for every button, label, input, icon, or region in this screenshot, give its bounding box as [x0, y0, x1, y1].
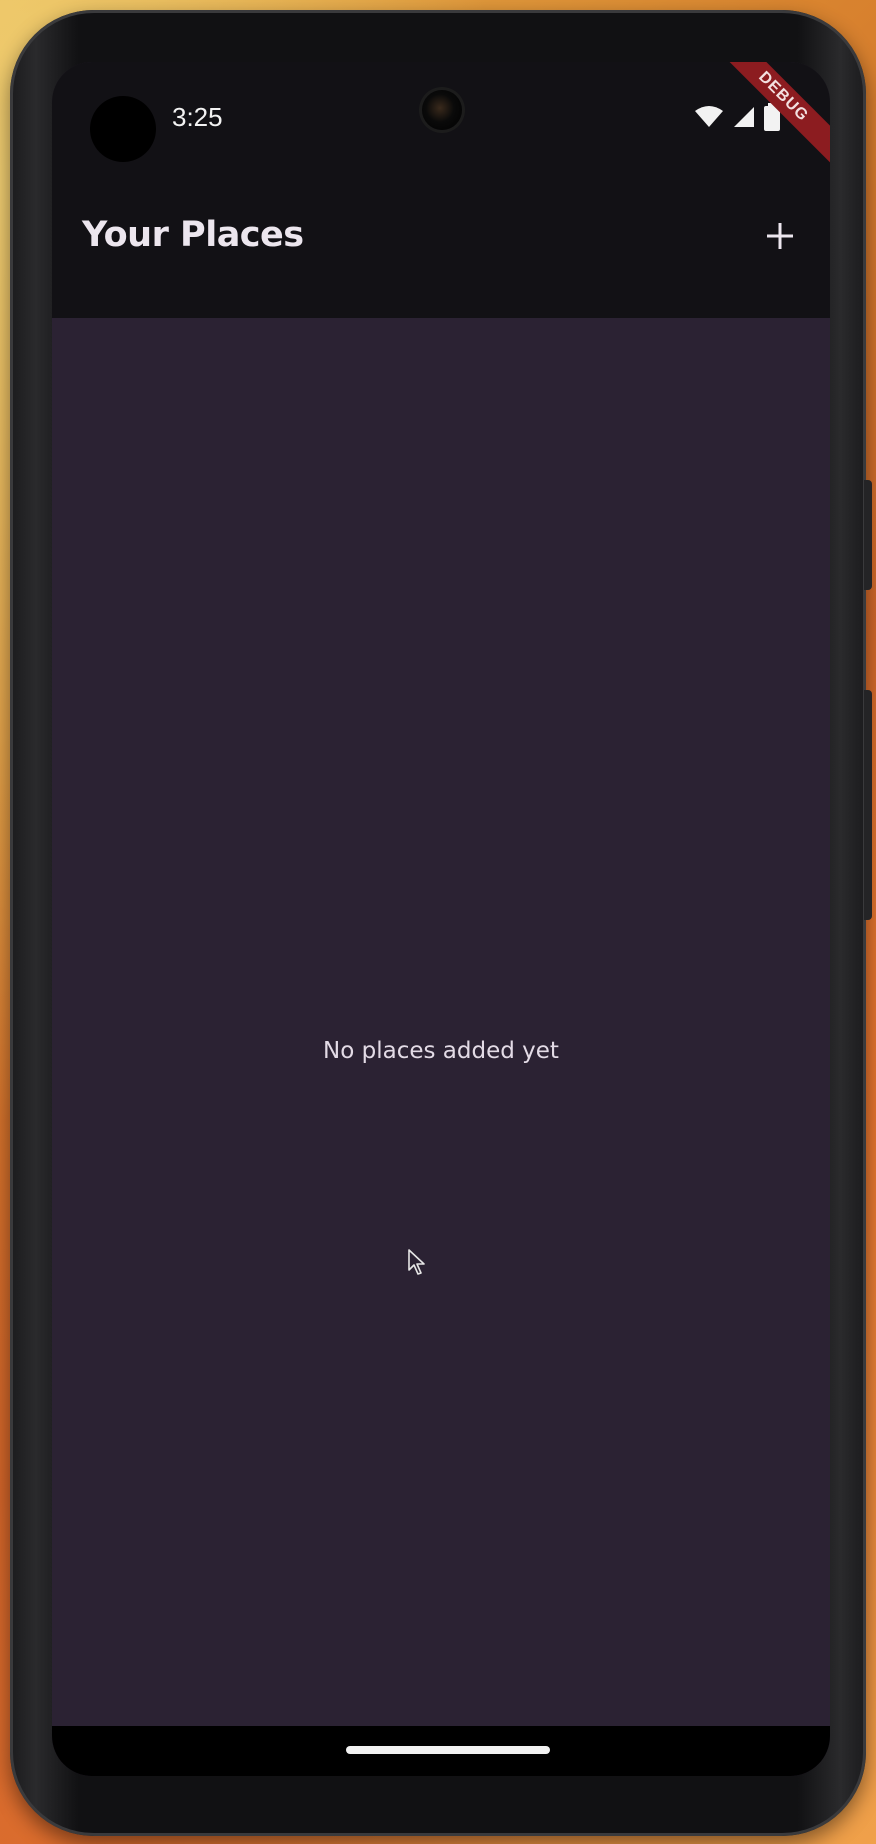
status-icons — [694, 102, 780, 132]
cell-signal-icon — [734, 107, 754, 127]
mouse-cursor-icon — [408, 1249, 425, 1275]
add-place-button[interactable] — [750, 206, 810, 266]
plus-icon — [767, 223, 793, 249]
page-title: Your Places — [82, 215, 304, 255]
home-indicator[interactable] — [346, 1746, 550, 1754]
status-bar: 3:25 DEBUG — [52, 62, 830, 170]
app-bar: Your Places — [52, 170, 830, 318]
power-button[interactable] — [864, 480, 872, 590]
navigation-bar — [52, 1726, 830, 1776]
status-bar-dot — [90, 96, 156, 162]
places-list-area: No places added yet — [52, 318, 830, 1776]
wifi-icon — [695, 106, 723, 127]
volume-button[interactable] — [864, 690, 872, 920]
front-camera-icon — [422, 90, 462, 130]
status-time: 3:25 — [172, 102, 223, 132]
phone-frame: 3:25 DEBUG Your Places No places added y… — [10, 10, 872, 1836]
empty-state-message: No places added yet — [323, 1038, 559, 1064]
phone-screen: 3:25 DEBUG Your Places No places added y… — [52, 62, 830, 1776]
